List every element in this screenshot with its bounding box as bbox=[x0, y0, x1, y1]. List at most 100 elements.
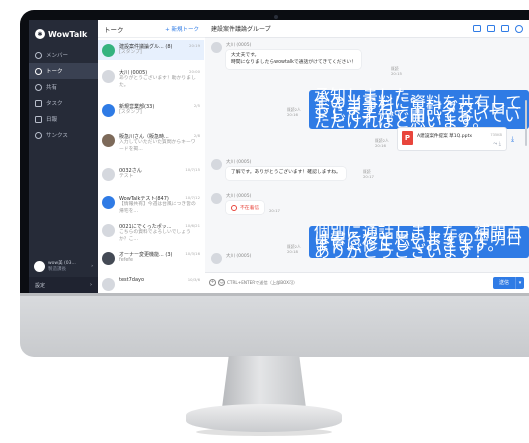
message-time: 20:16 bbox=[287, 112, 298, 117]
message-bubble[interactable]: 大丈夫です。 時間になりましたらwowtalkで通話がけてきてください！ bbox=[226, 50, 361, 69]
file-attachment[interactable]: P A建設案件提案 草1Q.pptx 735KB ⤳ ⤓ bbox=[397, 127, 507, 151]
add-icon[interactable]: + bbox=[209, 279, 216, 286]
sidebar-item-members[interactable]: メンバー bbox=[29, 47, 98, 63]
chevron-down-icon[interactable]: ▾ bbox=[515, 277, 524, 289]
folder-icon[interactable] bbox=[501, 24, 509, 32]
chat-icon bbox=[35, 67, 42, 75]
talk-preview: こちらの資料でよろしいでしょうか？こ... bbox=[119, 230, 191, 242]
file-size: 735KB bbox=[490, 133, 502, 137]
message-text: 大丈夫です。 時間になりましたらwowtalkで通話がけてきてください！ bbox=[231, 53, 356, 65]
talk-time: 20:19 bbox=[189, 43, 200, 48]
sidebar-item-label: トーク bbox=[46, 69, 63, 75]
talk-time: 10/3/16 bbox=[185, 251, 200, 256]
talk-time: 2/8 bbox=[193, 133, 200, 138]
missed-call-notice[interactable]: 不在着信 bbox=[226, 201, 265, 214]
talk-preview: 入力していただいた質問からキーワードを掲... bbox=[119, 140, 196, 152]
talk-name: test7dayo bbox=[119, 277, 145, 283]
talk-list: トーク + 新規トーク 建設案件議論グル... (8) 20:19 [スタンプ] … bbox=[98, 20, 206, 293]
message-bubble-outgoing[interactable]: 個別に通話しました。補問点は書るだと思いますので明日までに修正しておきます。 あ… bbox=[309, 224, 529, 259]
talk-row[interactable]: 大川 (0005) 20:00 ありがとうございます！助かりました。 bbox=[98, 66, 204, 92]
talk-time: 2/5 bbox=[193, 103, 200, 108]
avatar bbox=[34, 260, 45, 272]
talk-name: 新規営業部(33) bbox=[119, 104, 155, 110]
message-input[interactable] bbox=[227, 277, 477, 288]
avatar bbox=[211, 253, 222, 264]
talk-name: 販急川さん（販急時... bbox=[119, 134, 169, 140]
settings-label: 設定 bbox=[35, 282, 46, 289]
unread-count: (8) bbox=[165, 44, 173, 50]
chevron-right-icon: › bbox=[91, 263, 93, 269]
chevron-right-icon: › bbox=[90, 282, 92, 288]
message-text: 不在着信 bbox=[240, 206, 260, 211]
talk-name: WowTalkテスト(847) bbox=[119, 196, 169, 202]
sidebar-item-label: メンバー bbox=[46, 53, 69, 59]
message-incoming: 大川 (0005) 了解です。ありがとうございます！確認しますね。 既読 20:… bbox=[211, 159, 411, 189]
chat-header: 建設案件議論グループ bbox=[205, 20, 529, 38]
share-download-icons[interactable]: ⤳ ⤓ bbox=[493, 141, 501, 147]
message-bubble[interactable]: 了解です。ありがとうございます！確認しますね。 bbox=[226, 167, 346, 180]
message-text: 了解です。ありがとうございます！確認しますね。 bbox=[231, 170, 341, 175]
emoji-icon[interactable]: ☺ bbox=[218, 279, 225, 286]
message-time: 20:16 bbox=[375, 143, 386, 148]
talk-preview: ありがとうございます！助かりました。 bbox=[119, 76, 196, 88]
sidebar-item-task[interactable]: タスク bbox=[29, 95, 98, 111]
talk-row[interactable]: オーナー変更機能... (3) 10/3/16 fefefe bbox=[98, 248, 204, 268]
talk-preview: テスト bbox=[119, 174, 134, 179]
message-incoming: 大川 (0005) 大丈夫です。 時間になりましたらwowtalkで通話がけてき… bbox=[211, 42, 411, 82]
file-name: A建設案件提案 草1Q.pptx bbox=[417, 134, 473, 139]
current-user[interactable]: wow美 (03... 製造課長 › bbox=[29, 257, 98, 275]
sidebar-item-label: タスク bbox=[46, 101, 63, 107]
talk-row[interactable]: 建設案件議論グル... (8) 20:19 [スタンプ] bbox=[98, 40, 204, 60]
avatar bbox=[102, 224, 115, 237]
task-icon bbox=[35, 99, 42, 107]
new-talk-button[interactable]: + 新規トーク bbox=[165, 25, 199, 33]
sidebar-item-share[interactable]: 共有 bbox=[29, 79, 98, 95]
thanks-icon bbox=[35, 131, 42, 139]
image-icon[interactable] bbox=[473, 24, 481, 32]
share-icon bbox=[35, 83, 42, 91]
sidebar-item-thanks[interactable]: サンクス bbox=[29, 127, 98, 143]
talk-row[interactable]: 0021にでくったポッ... 10/6/21 こちらの資料でよろしいでしょうか？こ… bbox=[98, 220, 204, 246]
settings-button[interactable]: 設定 › bbox=[29, 277, 98, 293]
note-icon[interactable] bbox=[487, 24, 495, 32]
talk-preview: 【情報共有】今週は台風につき皆の帰宅を... bbox=[119, 202, 196, 214]
chat-panel: 建設案件議論グループ 大川 (0005) 大丈夫です。 時間になりましたらwow… bbox=[205, 20, 529, 293]
report-icon bbox=[35, 115, 42, 123]
message-time: 20:17 bbox=[269, 208, 280, 213]
talk-row[interactable]: 新規営業部(33) 2/5 [スタンプ] bbox=[98, 100, 204, 120]
message-bubble-outgoing[interactable]: 承知しました。 全の当事料に資料を共有しておきますね。下記ダウンロードして手元で… bbox=[309, 88, 529, 130]
sender-name: 大川 (0005) bbox=[226, 254, 252, 259]
talk-list-title: トーク bbox=[104, 25, 124, 34]
sender-name: 大川 (0005) bbox=[226, 194, 252, 199]
talk-name: 0021にでくったポッ... bbox=[119, 224, 172, 230]
talk-row[interactable]: 販急川さん（販急時... 2/8 入力していただいた質問からキーワードを掲... bbox=[98, 130, 204, 156]
talk-row[interactable]: 0032さん 10/7/15 テスト bbox=[98, 164, 204, 184]
talk-time: 20:00 bbox=[189, 69, 200, 74]
avatar bbox=[102, 70, 115, 83]
avatar bbox=[102, 252, 115, 265]
monitor-stand-base bbox=[186, 404, 342, 432]
message-time: 20:15 bbox=[391, 71, 402, 76]
sidebar-item-label: 日報 bbox=[46, 117, 58, 123]
talk-name: 0032さん bbox=[119, 168, 142, 174]
avatar bbox=[102, 134, 115, 147]
sidebar-item-report[interactable]: 日報 bbox=[29, 111, 98, 127]
user-role: 製造課長 bbox=[48, 267, 66, 272]
sidebar-item-talk[interactable]: トーク bbox=[29, 63, 98, 79]
talk-row[interactable]: test7dayo 10/3/6 bbox=[98, 274, 204, 293]
talk-time: 10/7/15 bbox=[185, 167, 200, 172]
talk-preview: [スタンプ] bbox=[119, 110, 142, 115]
more-icon[interactable] bbox=[515, 24, 523, 33]
message-time: 20:17 bbox=[363, 174, 374, 179]
sender-name: 大川 (0005) bbox=[226, 160, 252, 165]
download-icon[interactable]: ⤓ bbox=[511, 135, 514, 144]
sidebar-item-label: サンクス bbox=[46, 133, 68, 139]
chat-scrollbar[interactable] bbox=[525, 100, 527, 146]
talk-row[interactable]: WowTalkテスト(847) 10/7/12 【情報共有】今週は台風につき皆の帰… bbox=[98, 192, 204, 218]
send-button[interactable]: 送信 bbox=[492, 277, 515, 289]
group-avatar bbox=[102, 44, 115, 57]
talk-preview: fefefe bbox=[119, 258, 133, 263]
message-missed-call: 大川 (0005) 不在着信 20:17 bbox=[211, 193, 331, 221]
missed-call-icon bbox=[231, 204, 237, 211]
app-name: WowTalk bbox=[48, 29, 88, 39]
